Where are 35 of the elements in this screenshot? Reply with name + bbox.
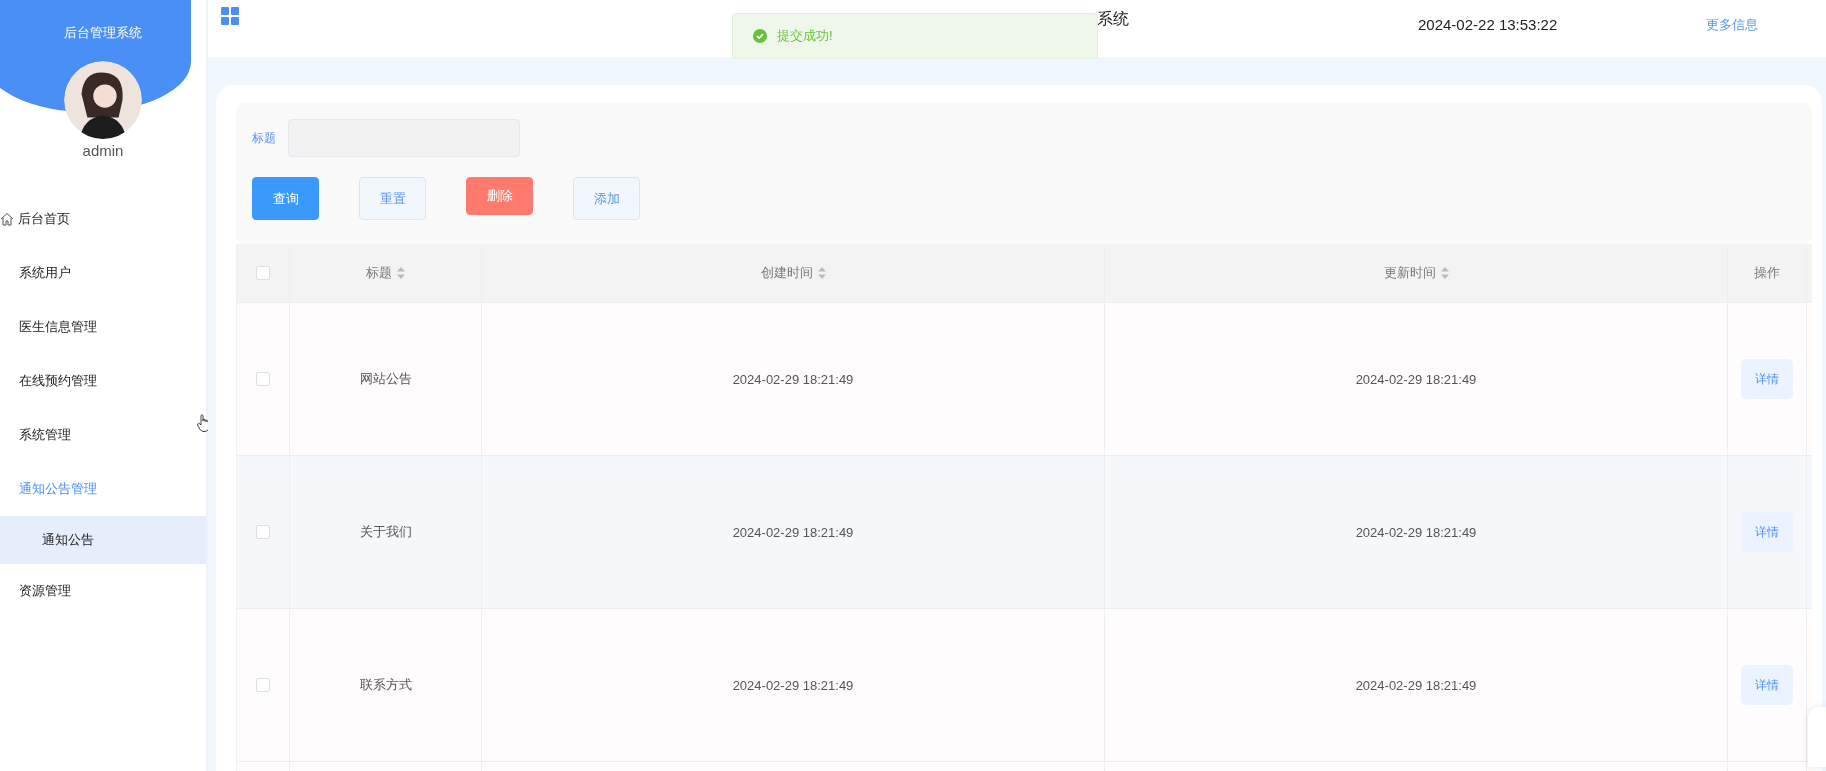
table-cell: 2024-02-29 18:21:49 — [1355, 677, 1477, 693]
detail-button[interactable]: 详情 — [1741, 665, 1793, 705]
detail-button[interactable]: 详情 — [1741, 512, 1793, 552]
menu-item[interactable]: 系统用户 — [0, 246, 206, 300]
column-header: 操作 — [1754, 264, 1780, 282]
action-button[interactable]: 查询 — [252, 177, 319, 220]
action-button[interactable]: 重置 — [359, 177, 426, 220]
more-info-link[interactable]: 更多信息 — [1706, 16, 1758, 34]
column-header[interactable]: 创建时间 — [760, 264, 813, 282]
datetime: 2024-02-22 13:53:22 — [1418, 16, 1558, 33]
table-cell: 2024-02-29 18:21:49 — [732, 677, 854, 693]
table-cell: 关于我们 — [359, 523, 412, 541]
table-cell: 2024-02-29 18:21:49 — [1355, 524, 1477, 540]
column-header[interactable]: 更新时间 — [1383, 264, 1436, 282]
menu-item[interactable]: 通知公告管理 — [0, 462, 206, 516]
detail-button[interactable]: 详情 — [1741, 359, 1793, 399]
table-cell: 2024-02-29 18:21:49 — [732, 524, 854, 540]
action-button[interactable]: 删除 — [466, 177, 533, 215]
menu-item[interactable]: 后台首页 — [0, 192, 206, 246]
column-header[interactable]: 标题 — [366, 264, 392, 282]
username: admin — [82, 142, 124, 159]
menu-item[interactable]: 系统管理 — [0, 408, 206, 462]
table-cell: 2024-02-29 18:21:49 — [732, 371, 854, 387]
app-title: 后台管理系统 — [64, 24, 142, 40]
menu-item[interactable]: 医生信息管理 — [0, 300, 206, 354]
table-cell: 网站公告 — [359, 370, 412, 388]
menu-item[interactable]: 在线预约管理 — [0, 354, 206, 408]
menu-item[interactable]: 资源管理 — [0, 564, 206, 618]
table-cell: 2024-02-29 18:21:49 — [1355, 371, 1477, 387]
toast-message: 提交成功! — [777, 27, 833, 45]
table-cell: 联系方式 — [359, 676, 412, 694]
field-label: 标题 — [252, 129, 276, 147]
submenu-item[interactable]: 通知公告 — [0, 516, 206, 564]
system-title: 系统 — [1097, 9, 1129, 29]
action-button[interactable]: 添加 — [573, 177, 640, 220]
